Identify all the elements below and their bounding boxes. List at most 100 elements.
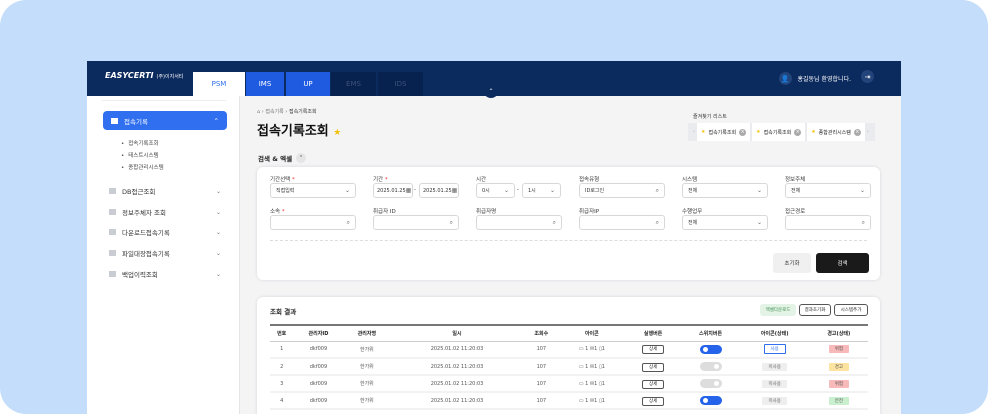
home-icon[interactable]: ⌂	[257, 109, 260, 115]
device-icons: ▭ 1 ✉1 ▯1	[558, 341, 625, 359]
column-header: 관리자명	[343, 324, 391, 342]
favorite-item[interactable]: ★ 접속기록조회 ×	[752, 123, 806, 141]
laptop-icon: ▭	[578, 363, 584, 370]
chevron-down-icon: ⌄	[549, 187, 555, 194]
chevron-down-icon: ⌄	[756, 187, 762, 194]
welcome-text: 홍길동님 환영합니다.	[797, 76, 852, 83]
table-row[interactable]: 2 dkf009 한가위 2025.01.02 11:20:03 107 ▭ 1 ✉1 …	[270, 358, 868, 376]
field-label: 기간 *	[373, 177, 388, 183]
select-field[interactable]: 전체 ⌄	[682, 215, 768, 230]
tab-ems[interactable]: EMS	[331, 72, 376, 96]
toggle-switch[interactable]	[699, 396, 722, 405]
add-system-button[interactable]: 시스템추가	[834, 304, 868, 316]
close-icon[interactable]: ×	[739, 128, 747, 136]
date-from-input[interactable]: 2025.01.25 ▦	[373, 183, 413, 198]
search-section-title: 검색 & 엑셀 ⌃	[258, 153, 307, 163]
device-icons: ▭ 1 ✉1 ▯1	[558, 392, 625, 410]
sidebar-item-db[interactable]: DB접근조회 ⌄	[109, 186, 221, 196]
sidebar-subitem[interactable]: 접속기록조회	[121, 139, 158, 147]
date-to-input[interactable]: 2025.01.25 ▦	[419, 183, 459, 198]
collapse-icon[interactable]: ⌃	[296, 153, 307, 163]
select-field[interactable]: 전체 ⌄	[682, 183, 768, 198]
breadcrumb-item[interactable]: 접속기록	[265, 109, 283, 115]
detail-button[interactable]: 상세	[641, 345, 665, 355]
chevron-down-icon: ⌄	[215, 249, 221, 257]
column-header: 조회수	[523, 324, 559, 342]
tab-up[interactable]: UP	[286, 72, 330, 96]
time-to-select[interactable]: 1시 ⌄	[522, 183, 561, 198]
search-field[interactable]: ⌕	[476, 215, 562, 230]
table-row[interactable]: 1 dkf009 한가위 2025.01.02 11:20:03 107 ▭ 1 ✉1 …	[270, 341, 868, 359]
tab-ids[interactable]: IDS	[378, 72, 423, 96]
chevron-right-icon[interactable]: ›	[867, 129, 869, 135]
star-icon: ★	[756, 129, 761, 135]
column-header: 관리자ID	[293, 324, 344, 342]
favorite-item[interactable]: ★ 접속기록조회 ×	[697, 123, 751, 141]
tab-ims[interactable]: IMS	[246, 72, 284, 96]
field-label: 시간	[476, 177, 487, 183]
select-field[interactable]: 직접입력 ⌄	[270, 183, 356, 198]
chevron-up-icon: ⌃	[213, 116, 219, 125]
list-icon	[109, 271, 116, 277]
close-icon[interactable]: ×	[853, 128, 861, 136]
search-field[interactable]: ⌕	[270, 215, 356, 230]
favorites-list: ‹ ★ 접속기록조회 × ★ 접속기록조회 × ★ 종합관리시스템 × ›	[688, 123, 875, 141]
sidebar: 접속기록 ⌃ 접속기록조회 테스트시스템 종합관리시스템 DB접근조회 ⌄ 정보주체…	[87, 96, 240, 414]
field-label: 취급자명	[476, 209, 497, 215]
time-from-select[interactable]: 0시 ⌄	[476, 183, 515, 198]
search-icon: ⌕	[552, 218, 556, 226]
sidebar-item-subject[interactable]: 정보주체자 조회 ⌄	[109, 207, 221, 217]
toggle-switch[interactable]	[699, 362, 722, 371]
reset-results-button[interactable]: 결과초기화	[799, 304, 831, 316]
column-header: 경고(상태)	[809, 324, 868, 342]
sidebar-item-backup[interactable]: 백업이력조회 ⌄	[109, 269, 221, 279]
column-header: 아이콘	[558, 324, 625, 342]
table-row[interactable]: 3 dkf009 한가위 2025.01.02 11:20:03 107 ▭ 1 ✉1 …	[270, 375, 868, 393]
sidebar-item-label: DB접근조회	[122, 188, 156, 196]
search-field[interactable]: ⌕	[785, 215, 871, 230]
sidebar-item-access-log[interactable]: 접속기록 ⌃	[103, 111, 227, 130]
calendar-icon: ▦	[405, 187, 412, 194]
field-label: 접근경로	[785, 209, 806, 215]
header-collapse-button[interactable]: ⌃	[483, 88, 499, 98]
detail-button[interactable]: 상세	[641, 379, 665, 389]
warning-status-badge: 위험	[828, 345, 849, 354]
sidebar-item-label: 다운로드접속기록	[122, 229, 170, 237]
chevron-down-icon: ⌄	[215, 187, 221, 195]
field-label: 취급자IP	[579, 209, 600, 215]
sidebar-item-label: 접속기록	[124, 117, 148, 126]
sidebar-subitem[interactable]: 테스트시스템	[121, 151, 158, 159]
list-icon	[109, 229, 116, 235]
chevron-down-icon: ⌄	[215, 208, 221, 216]
sidebar-item-file[interactable]: 파일대장접속기록 ⌄	[109, 248, 221, 258]
favorite-item[interactable]: ★ 종합관리시스템 ×	[807, 123, 865, 141]
reset-button[interactable]: 초기화	[773, 253, 811, 273]
search-field[interactable]: ⌕	[373, 215, 459, 230]
search-button[interactable]: 검색	[816, 253, 869, 273]
user-greeting[interactable]: 👤 홍길동님 환영합니다.	[778, 72, 852, 85]
chevron-left-icon[interactable]: ‹	[693, 129, 695, 135]
detail-button[interactable]: 상세	[641, 362, 665, 372]
star-icon[interactable]: ★	[333, 128, 341, 138]
sidebar-item-download[interactable]: 다운로드접속기록 ⌄	[109, 227, 221, 237]
laptop-icon: ▭	[578, 346, 584, 353]
table-row[interactable]: 4 dkf009 한가위 2025.01.02 11:20:03 107 ▭ 1 ✉1 …	[270, 392, 868, 410]
sidebar-subitem[interactable]: 종합관리시스템	[121, 163, 163, 171]
excel-download-button[interactable]: 엑셀다운로드	[760, 304, 796, 316]
breadcrumb-item: 접속기록조회	[288, 109, 317, 115]
select-field[interactable]: 전체 ⌄	[785, 183, 871, 198]
toggle-switch[interactable]	[699, 344, 722, 354]
search-icon: ⌕	[449, 218, 453, 226]
close-icon[interactable]: ×	[794, 128, 802, 136]
chevron-down-icon: ⌄	[503, 187, 509, 194]
toggle-switch[interactable]	[699, 379, 722, 388]
device-icons: ▭ 1 ✉1 ▯1	[558, 375, 625, 393]
detail-button[interactable]: 상세	[641, 396, 665, 406]
tab-psm[interactable]: PSM	[193, 72, 245, 96]
search-field[interactable]: ID로그인 ⌕	[579, 183, 665, 198]
field-label: 시스템	[682, 177, 698, 183]
logout-icon[interactable]: ⇥	[861, 70, 874, 83]
warning-status-badge: 안전	[828, 396, 849, 405]
search-field[interactable]: ⌕	[579, 215, 665, 230]
search-icon: ⌕	[346, 218, 350, 226]
